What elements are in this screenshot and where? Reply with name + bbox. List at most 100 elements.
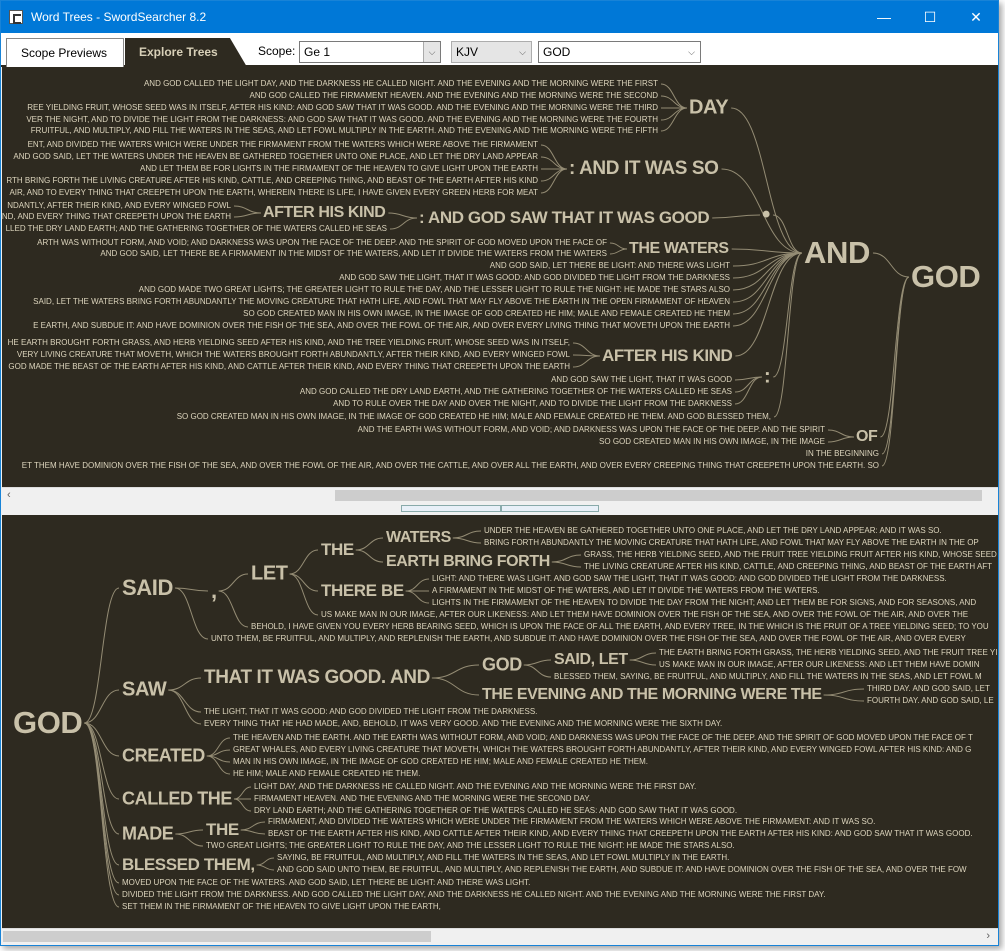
bottom-horizontal-scrollbar[interactable]: ›: [2, 928, 998, 943]
tree-phrase[interactable]: AND GOD SAID, LET THE WATERS UNDER THE H…: [13, 152, 538, 162]
tree-node-comma[interactable]: ,: [211, 578, 217, 604]
tree-phrase[interactable]: SO GOD CREATED MAN IN HIS OWN IMAGE, IN …: [243, 309, 730, 319]
tree-node-blessed-them[interactable]: BLESSED THEM,: [122, 855, 255, 875]
tree-node-made[interactable]: MADE: [122, 824, 174, 845]
tree-phrase[interactable]: THE HEAVEN AND THE EARTH. AND THE EARTH …: [233, 733, 973, 743]
word-combobox[interactable]: GOD ⌵: [538, 41, 701, 63]
tree-node-said[interactable]: SAID: [122, 575, 173, 601]
tree-phrase[interactable]: LIGHT: AND THERE WAS LIGHT. AND GOD SAW …: [432, 574, 947, 584]
tree-phrase[interactable]: ARTH WAS WITHOUT FORM, AND VOID; AND DAR…: [37, 238, 607, 248]
tree-phrase[interactable]: BLESSED THEM, SAYING, BE FRUITFUL, AND M…: [554, 672, 982, 682]
tree-phrase[interactable]: IN THE BEGINNING: [806, 449, 879, 459]
scrollbar-thumb[interactable]: [3, 931, 432, 942]
tree-phrase[interactable]: SAYING, BE FRUITFUL, AND MULTIPLY, AND F…: [277, 853, 729, 863]
tree-phrase[interactable]: BEAST OF THE EARTH AFTER HIS KIND, AND C…: [268, 829, 973, 839]
tree-phrase[interactable]: AND GOD SAID, LET THERE BE A FIRMAMENT I…: [100, 249, 607, 259]
tree-phrase[interactable]: FIRMAMENT, AND DIVIDED THE WATERS WHICH …: [268, 817, 875, 827]
pane-splitter[interactable]: [2, 502, 998, 515]
tree-phrase[interactable]: HE EARTH BROUGHT FORTH GRASS, AND HERB Y…: [8, 338, 570, 348]
tree-node-god[interactable]: GOD: [482, 655, 522, 676]
tree-phrase[interactable]: FRUITFUL, AND MULTIPLY, AND FILL THE WAT…: [31, 126, 658, 136]
tree-node-the-waters[interactable]: THE WATERS: [629, 240, 729, 258]
scrollbar-thumb[interactable]: [334, 490, 982, 501]
tree-phrase[interactable]: TWO GREAT LIGHTS; THE GREATER LIGHT TO R…: [206, 841, 735, 851]
tree-phrase[interactable]: NDANTLY, AFTER THEIR KIND, AND EVERY WIN…: [7, 201, 231, 211]
scroll-left-arrow-icon[interactable]: ‹: [7, 488, 11, 502]
tree-node-said-let[interactable]: SAID, LET: [554, 651, 628, 669]
tree-phrase[interactable]: GOD MADE THE BEAST OF THE EARTH AFTER HI…: [8, 362, 570, 372]
tree-node-after-his-kind[interactable]: AFTER HIS KIND: [263, 204, 386, 222]
chevron-down-icon[interactable]: ⌵: [423, 42, 440, 62]
tree-node-and-it-was-so[interactable]: : AND IT WAS SO: [569, 158, 719, 180]
top-horizontal-scrollbar[interactable]: ‹: [2, 487, 998, 502]
tab-explore-trees[interactable]: Explore Trees: [125, 38, 247, 67]
tree-node-created[interactable]: CREATED: [122, 746, 205, 767]
tree-phrase[interactable]: THIRD DAY. AND GOD SAID, LET: [867, 684, 990, 694]
tree-phrase[interactable]: HE HIM; MALE AND FEMALE CREATED HE THEM.: [233, 769, 420, 779]
tree-phrase[interactable]: THE EARTH BRING FORTH GRASS, THE HERB YI…: [659, 648, 997, 658]
tree-phrase[interactable]: AND THE EARTH WAS WITHOUT FORM, AND VOID…: [358, 425, 825, 435]
tree-phrase[interactable]: US MAKE MAN IN OUR IMAGE, AFTER OUR LIKE…: [659, 660, 980, 670]
tree-phrase[interactable]: REE YIELDING FRUIT, WHOSE SEED WAS IN IT…: [27, 103, 658, 113]
tree-phrase[interactable]: LLED THE DRY LAND EARTH; AND THE GATHERI…: [6, 224, 387, 234]
tree-phrase[interactable]: AND TO RULE OVER THE DAY AND OVER THE NI…: [333, 399, 732, 409]
maximize-button[interactable]: ☐: [907, 1, 953, 33]
tree-phrase[interactable]: BRING FORTH ABUNDANTLY THE MOVING CREATU…: [484, 538, 979, 548]
tree-phrase[interactable]: AND GOD CALLED THE DRY LAND EARTH, AND T…: [300, 387, 732, 397]
tree-node-that-it-was-good[interactable]: THAT IT WAS GOOD. AND: [204, 667, 430, 689]
splitter-grip-up[interactable]: [401, 505, 501, 512]
tree-node-waters[interactable]: WATERS: [386, 529, 451, 547]
tree-node-god-saw-good[interactable]: : AND GOD SAW THAT IT WAS GOOD: [419, 208, 710, 228]
tree-phrase[interactable]: AND GOD CALLED THE LIGHT DAY, AND THE DA…: [144, 79, 658, 89]
tree-phrase[interactable]: AND GOD SAID, LET THERE BE LIGHT: AND TH…: [490, 261, 730, 271]
tree-node-day[interactable]: DAY: [689, 97, 729, 120]
tree-phrase[interactable]: ND, AND EVERY THING THAT CREEPETH UPON T…: [2, 212, 231, 222]
scroll-right-arrow-icon[interactable]: ›: [986, 929, 990, 943]
tree-node-saw[interactable]: SAW: [122, 679, 167, 702]
tree-node-and[interactable]: AND: [804, 235, 870, 271]
tree-phrase[interactable]: SO GOD CREATED MAN IN HIS OWN IMAGE, IN …: [177, 412, 771, 422]
tree-phrase[interactable]: MAN IN HIS OWN IMAGE, IN THE IMAGE OF GO…: [233, 757, 648, 767]
tree-phrase[interactable]: US MAKE MAN IN OUR IMAGE, AFTER OUR LIKE…: [321, 610, 968, 620]
tree-phrase[interactable]: UNDER THE HEAVEN BE GATHERED TOGETHER UN…: [484, 526, 942, 536]
tree-node-let[interactable]: LET: [251, 563, 288, 586]
tree-node-period[interactable]: •: [762, 201, 770, 229]
tree-phrase[interactable]: AND GOD SAW THE LIGHT, THAT IT WAS GOOD:…: [339, 273, 730, 283]
tree-phrase[interactable]: FIRMAMENT HEAVEN. AND THE EVENING AND TH…: [254, 794, 591, 804]
chevron-down-icon[interactable]: ⌵: [683, 42, 700, 62]
tab-scope-previews[interactable]: Scope Previews: [6, 38, 124, 67]
tree-phrase[interactable]: ET THEM HAVE DOMINION OVER THE FISH OF T…: [22, 461, 879, 471]
close-button[interactable]: ✕: [953, 1, 999, 33]
tree-node-after-his-kind[interactable]: AFTER HIS KIND: [602, 346, 733, 366]
tree-node-called-the[interactable]: CALLED THE: [122, 789, 232, 810]
tree-phrase[interactable]: LIGHT DAY, AND THE DARKNESS HE CALLED NI…: [254, 782, 696, 792]
tree-phrase[interactable]: FOURTH DAY. AND GOD SAID, LE: [867, 696, 994, 706]
tree-phrase[interactable]: RTH BRING FORTH THE LIVING CREATURE AFTE…: [6, 176, 538, 186]
scope-combobox[interactable]: Ge 1 ⌵: [299, 41, 441, 63]
tree-phrase[interactable]: VER THE NIGHT, AND TO DIVIDE THE LIGHT F…: [26, 115, 658, 125]
tree-node-the[interactable]: THE: [206, 820, 239, 840]
tree-phrase[interactable]: BEHOLD, I HAVE GIVEN YOU EVERY HERB BEAR…: [251, 622, 989, 632]
tree-phrase[interactable]: GREAT WHALES, AND EVERY LIVING CREATURE …: [233, 745, 971, 755]
minimize-button[interactable]: —: [861, 1, 907, 33]
tree-phrase[interactable]: AND GOD SAW THE LIGHT, THAT IT WAS GOOD: [551, 375, 732, 385]
tree-phrase[interactable]: THE LIVING CREATURE AFTER HIS KIND, CATT…: [584, 562, 992, 572]
tree-root-god[interactable]: GOD: [13, 705, 83, 741]
tree-phrase[interactable]: DIVIDED THE LIGHT FROM THE DARKNESS. AND…: [122, 890, 825, 900]
tree-node-earth-bring-forth[interactable]: EARTH BRING FORTH: [386, 553, 550, 571]
tree-phrase[interactable]: SET THEM IN THE FIRMAMENT OF THE HEAVEN …: [122, 902, 441, 912]
tree-phrase[interactable]: SO GOD CREATED MAN IN HIS OWN IMAGE, IN …: [599, 437, 825, 447]
tree-phrase[interactable]: DRY LAND EARTH; AND THE GATHERING TOGETH…: [254, 806, 737, 816]
tree-phrase[interactable]: GRASS, THE HERB YIELDING SEED, AND THE F…: [584, 550, 997, 560]
tree-phrase[interactable]: LIGHTS IN THE FIRMAMENT OF THE HEAVEN TO…: [432, 598, 976, 608]
tree-phrase[interactable]: ENT, AND DIVIDED THE WATERS WHICH WERE U…: [28, 140, 538, 150]
tree-node-there-be[interactable]: THERE BE: [321, 581, 404, 601]
tree-phrase[interactable]: VERY LIVING CREATURE THAT MOVETH, WHICH …: [17, 350, 570, 360]
tree-phrase[interactable]: UNTO THEM, BE FRUITFUL, AND MULTIPLY, AN…: [211, 634, 966, 644]
version-select[interactable]: KJV ⌵: [451, 41, 532, 63]
tree-phrase[interactable]: EVERY THING THAT HE HAD MADE, AND, BEHOL…: [204, 719, 722, 729]
tree-phrase[interactable]: SAID, LET THE WATERS BRING FORTH ABUNDAN…: [33, 297, 730, 307]
tree-phrase[interactable]: AIR, AND TO EVERY THING THAT CREEPETH UP…: [9, 188, 538, 198]
tree-phrase[interactable]: E EARTH, AND SUBDUE IT: AND HAVE DOMINIO…: [33, 321, 730, 331]
tree-phrase[interactable]: AND GOD SAID UNTO THEM, BE FRUITFUL, AND…: [277, 865, 967, 875]
